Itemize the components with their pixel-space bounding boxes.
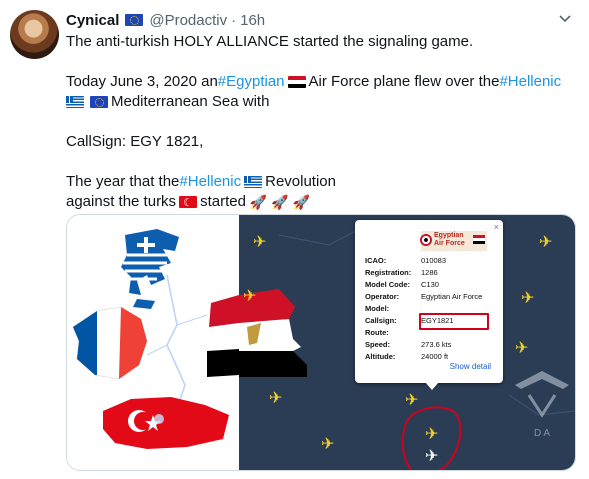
aircraft-icon[interactable]: ✈ xyxy=(425,427,438,443)
egypt-map-flag xyxy=(207,295,239,377)
popup-row: Model: xyxy=(365,304,421,314)
popup-key: Callsign: xyxy=(365,316,397,325)
popup-value: 010083 xyxy=(421,256,447,265)
popup-row: Route: xyxy=(365,328,421,338)
aircraft-icon[interactable]: ✈ xyxy=(521,291,534,307)
text-line-5b: Revolution xyxy=(265,173,336,190)
flight-tracker-map[interactable]: ✈ ✈ ✈ ✈ ✈ ✈ ✈ ✈ ✈ ✈ D A × Egyptian Air F… xyxy=(239,215,575,470)
author-handle[interactable]: @Prodactiv xyxy=(149,12,227,29)
popup-key: ICAO: xyxy=(365,256,387,265)
flags-collage xyxy=(67,215,239,470)
rocket-icon: 🚀 xyxy=(292,194,311,210)
avatar[interactable] xyxy=(10,10,59,59)
hashtag-hellenic-2[interactable]: #Hellenic xyxy=(179,172,241,192)
text-line-2a: Today June 3, 2020 an xyxy=(66,73,218,90)
egyptian-air-force-logo: Egyptian Air Force xyxy=(420,231,487,251)
roundel-icon xyxy=(420,234,432,246)
separator-dot: · xyxy=(231,11,237,29)
popup-value: 24000 ft xyxy=(421,352,449,361)
popup-row: Speed: 273.6 kts xyxy=(365,340,451,350)
popup-row: Operator: Egyptian Air Force xyxy=(365,292,482,302)
popup-row: ICAO: 010083 xyxy=(365,256,446,266)
show-detail-link[interactable]: Show detail xyxy=(450,362,491,371)
text-line-4: CallSign: EGY 1821, xyxy=(66,133,204,150)
aircraft-icon[interactable]: ✈ xyxy=(243,289,256,305)
egypt-flag-icon xyxy=(287,76,306,88)
aircraft-icon[interactable]: ✈ xyxy=(269,391,282,407)
aircraft-icon[interactable]: ✈ xyxy=(425,449,438,465)
popup-row: Model Code: C130 xyxy=(365,280,439,290)
tweet[interactable]: Cynical @Prodactiv · 16h The anti-turkis… xyxy=(0,0,589,479)
popup-row: Registration: 1286 xyxy=(365,268,438,278)
close-icon[interactable]: × xyxy=(494,222,499,232)
greece-flag-icon xyxy=(244,176,263,188)
hashtag-egyptian[interactable]: #Egyptian xyxy=(218,72,285,92)
author-name[interactable]: Cynical xyxy=(66,12,119,29)
popup-row: Altitude: 24000 ft xyxy=(365,352,448,362)
eu-flag-icon xyxy=(125,14,144,26)
text-line-1: The anti-turkish HOLY ALLIANCE started t… xyxy=(66,33,474,50)
turkey-flag-icon xyxy=(179,193,198,213)
hashtag-hellenic[interactable]: #Hellenic xyxy=(499,72,561,92)
egypt-flag-icon xyxy=(473,235,485,244)
popup-value: C130 xyxy=(421,280,439,289)
rocket-icon: 🚀 xyxy=(249,194,268,210)
greece-map-flag xyxy=(121,229,179,309)
tweet-header: Cynical @Prodactiv · 16h xyxy=(66,10,265,30)
popup-pointer xyxy=(425,382,439,390)
flight-info-popup: × Egyptian Air Force ICAO: 010083 Registr… xyxy=(355,220,503,390)
greece-flag-icon xyxy=(66,96,84,108)
eu-flag-icon xyxy=(90,96,108,108)
tweet-media-image[interactable]: ✈ ✈ ✈ ✈ ✈ ✈ ✈ ✈ ✈ ✈ D A × Egyptian Air F… xyxy=(66,214,576,471)
text-line-6b: started xyxy=(200,193,246,210)
popup-key: Altitude: xyxy=(365,352,396,361)
text-line-6a: against the turks xyxy=(66,193,177,210)
aircraft-icon[interactable]: ✈ xyxy=(253,235,266,251)
watermark-logo: D A xyxy=(511,365,573,455)
chevron-down-icon[interactable] xyxy=(555,10,575,30)
lightning-bolt xyxy=(166,274,186,416)
popup-value: 273.6 kts xyxy=(421,340,452,349)
aircraft-icon[interactable]: ✈ xyxy=(539,235,552,251)
popup-key: Route: xyxy=(365,328,389,337)
popup-key: Speed: xyxy=(365,340,391,349)
popup-key: Model: xyxy=(365,304,390,313)
logo-text: Egyptian Air Force xyxy=(434,232,465,247)
text-line-5a: The year that the xyxy=(66,173,180,190)
popup-value: 1286 xyxy=(421,268,438,277)
popup-key: Registration: xyxy=(365,268,412,277)
callsign-highlight-box xyxy=(419,313,489,330)
tweet-timestamp[interactable]: 16h xyxy=(240,12,265,29)
selected-aircraft-icon[interactable]: ✈ xyxy=(405,393,418,409)
rocket-icon: 🚀 xyxy=(271,194,289,210)
turkey-map-flag xyxy=(103,397,229,449)
popup-key: Model Code: xyxy=(365,280,410,289)
aircraft-icon[interactable]: ✈ xyxy=(321,437,334,453)
aircraft-icon[interactable]: ✈ xyxy=(515,341,528,357)
text-line-3: Mediterranean Sea with xyxy=(111,93,270,110)
watermark-text: D A xyxy=(533,428,551,439)
popup-value: Egyptian Air Force xyxy=(421,292,483,301)
france-map-flag xyxy=(72,306,148,380)
popup-key: Operator: xyxy=(365,292,400,301)
text-line-2b: Air Force plane flew over the xyxy=(308,73,500,90)
